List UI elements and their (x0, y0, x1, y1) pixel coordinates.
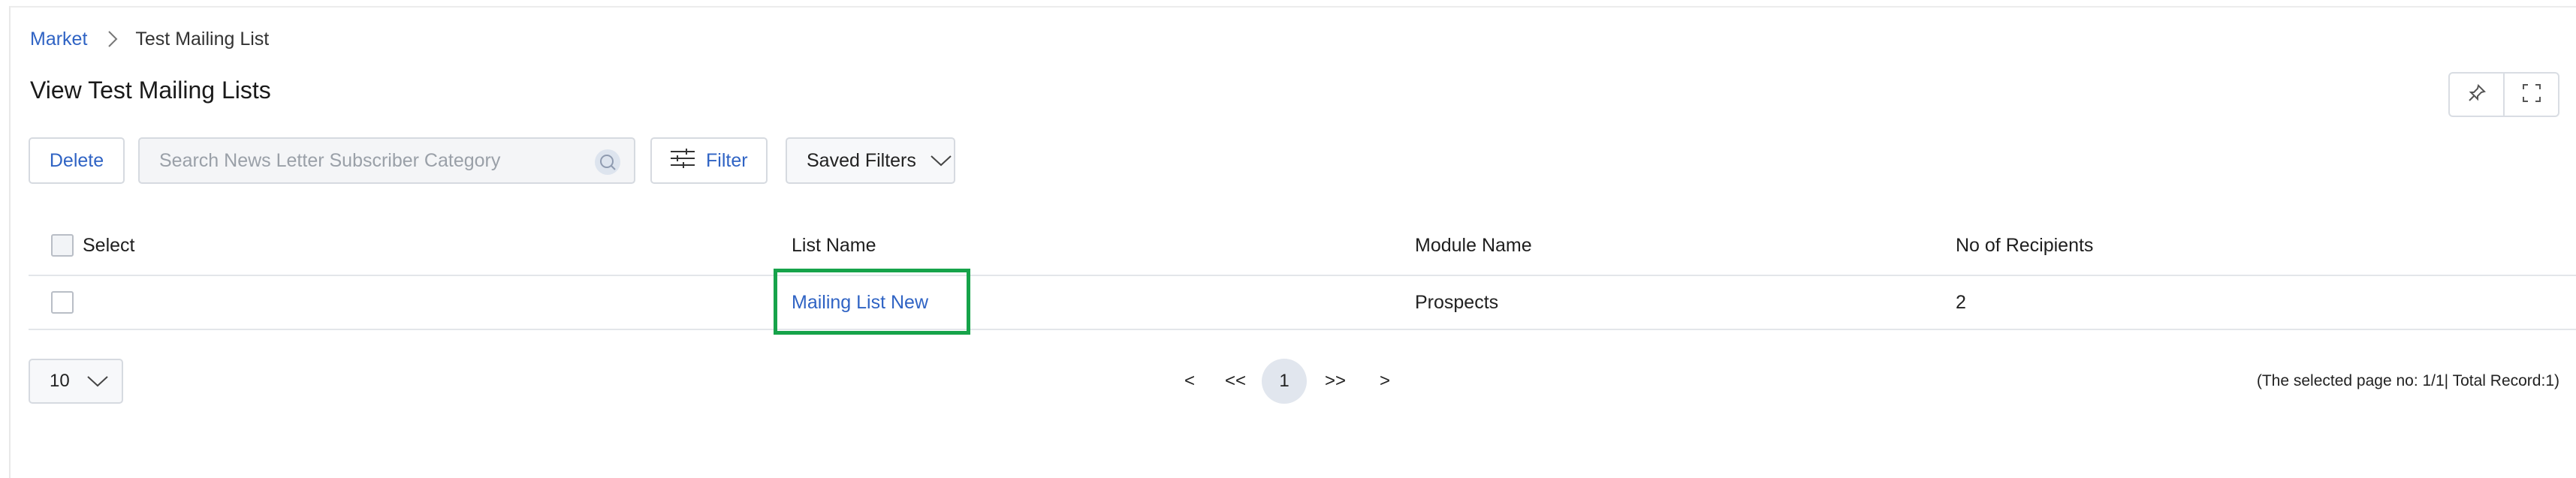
next-page-button[interactable]: > (1368, 359, 1401, 404)
table-row: Mailing List New Prospects 2 (29, 276, 2576, 330)
chevron-down-icon (930, 154, 952, 167)
recipients-cell: 2 (1956, 291, 1966, 313)
search-input[interactable]: Search News Letter Subscriber Category (138, 137, 635, 184)
recipients-header[interactable]: No of Recipients (1956, 216, 2093, 275)
page-size-value: 10 (50, 371, 70, 391)
select-header: Select (51, 216, 134, 275)
select-column-label: Select (83, 234, 135, 256)
chevron-down-icon (86, 374, 109, 388)
module-name-header[interactable]: Module Name (1415, 216, 1532, 275)
mailing-lists-table: Select List Name Module Name No of Recip… (29, 216, 2576, 335)
search-icon[interactable] (595, 149, 620, 175)
filter-label: Filter (706, 149, 748, 171)
saved-filters-dropdown[interactable]: Saved Filters (786, 137, 955, 184)
breadcrumb-current: Test Mailing List (135, 28, 270, 50)
saved-filters-label: Saved Filters (807, 149, 916, 171)
row-select-cell (51, 276, 83, 329)
table-footer: 10 < << 1 >> > (The selected page no: 1/… (29, 359, 2576, 405)
delete-button[interactable]: Delete (29, 137, 125, 184)
last-page-button[interactable]: >> (1311, 359, 1359, 404)
highlight-box (774, 269, 970, 335)
breadcrumb-market-link[interactable]: Market (30, 29, 87, 50)
filter-sliders-icon (670, 148, 695, 174)
module-name-cell: Prospects (1415, 291, 1499, 313)
select-all-checkbox[interactable] (51, 234, 74, 257)
first-page-button[interactable]: << (1214, 359, 1257, 404)
fullscreen-button[interactable] (2503, 74, 2558, 116)
current-page-button[interactable]: 1 (1262, 359, 1307, 404)
pagination-summary: (The selected page no: 1/1| Total Record… (2256, 372, 2559, 389)
fullscreen-icon (2522, 83, 2541, 107)
table-header: Select List Name Module Name No of Recip… (29, 216, 2576, 276)
search-placeholder: Search News Letter Subscriber Category (159, 149, 501, 171)
prev-page-button[interactable]: < (1173, 359, 1206, 404)
toolbar: Delete Search News Letter Subscriber Cat… (29, 137, 955, 185)
list-name-header[interactable]: List Name (792, 216, 876, 275)
chevron-right-icon (107, 29, 119, 50)
pagination: < << 1 >> > (1173, 359, 1401, 404)
breadcrumb: Market Test Mailing List (30, 27, 269, 51)
pin-icon (2467, 83, 2487, 107)
row-checkbox[interactable] (51, 291, 74, 314)
view-tools (2448, 72, 2559, 117)
filter-button[interactable]: Filter (650, 137, 768, 184)
page-title: View Test Mailing Lists (30, 77, 271, 104)
pin-button[interactable] (2450, 74, 2503, 116)
page-size-select[interactable]: 10 (29, 359, 123, 404)
